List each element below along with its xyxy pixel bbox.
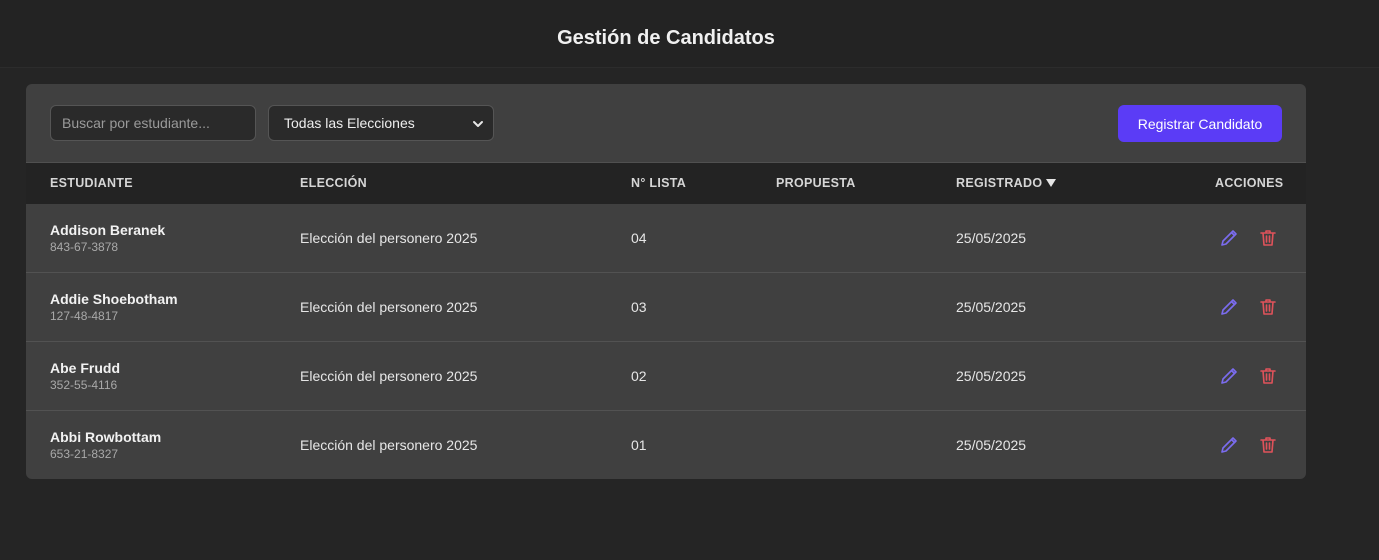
list-number: 03 xyxy=(631,299,647,315)
trash-icon[interactable] xyxy=(1258,228,1278,248)
trash-icon[interactable] xyxy=(1258,297,1278,317)
page-title: Gestión de Candidatos xyxy=(557,27,775,49)
table-row: Addison Beranek 843-67-3878 Elección del… xyxy=(26,204,1306,273)
pencil-icon[interactable] xyxy=(1219,435,1239,455)
register-candidate-button[interactable]: Registrar Candidato xyxy=(1118,105,1282,142)
registered-date: 25/05/2025 xyxy=(956,368,1027,384)
column-header-actions: ACCIONES xyxy=(1215,176,1284,190)
table-row: Abe Frudd 352-55-4116 Elección del perso… xyxy=(26,342,1306,411)
student-id: 653-21-8327 xyxy=(50,447,119,461)
election-name: Elección del personero 2025 xyxy=(300,437,478,453)
election-name: Elección del personero 2025 xyxy=(300,299,478,315)
table-row: Abbi Rowbottam 653-21-8327 Elección del … xyxy=(26,411,1306,479)
student-name: Abe Frudd xyxy=(50,360,120,376)
trash-icon[interactable] xyxy=(1258,366,1278,386)
student-id: 352-55-4116 xyxy=(50,378,118,392)
election-name: Elección del personero 2025 xyxy=(300,368,478,384)
column-header-student[interactable]: ESTUDIANTE xyxy=(50,176,133,190)
election-name: Elección del personero 2025 xyxy=(300,230,478,246)
list-number: 04 xyxy=(631,230,647,246)
student-id: 843-67-3878 xyxy=(50,240,119,254)
registered-date: 25/05/2025 xyxy=(956,437,1027,453)
table-row: Addie Shoebotham 127-48-4817 Elección de… xyxy=(26,273,1306,342)
toolbar: Todas las Elecciones Registrar Candidato xyxy=(26,84,1306,162)
trash-icon[interactable] xyxy=(1258,435,1278,455)
election-select-value: Todas las Elecciones xyxy=(284,115,415,131)
student-name: Addison Beranek xyxy=(50,222,166,238)
top-bar: Gestión de Candidatos xyxy=(0,0,1379,68)
pencil-icon[interactable] xyxy=(1219,228,1239,248)
pencil-icon[interactable] xyxy=(1219,366,1239,386)
registered-date: 25/05/2025 xyxy=(956,299,1027,315)
student-name: Addie Shoebotham xyxy=(50,291,178,307)
student-name: Abbi Rowbottam xyxy=(50,429,162,445)
sort-desc-icon xyxy=(1046,178,1057,187)
registered-date: 25/05/2025 xyxy=(956,230,1027,246)
pencil-icon[interactable] xyxy=(1219,297,1239,317)
search-input[interactable] xyxy=(50,105,256,141)
column-header-registered[interactable]: REGISTRADO xyxy=(956,176,1057,190)
column-header-proposal[interactable]: PROPUESTA xyxy=(776,176,856,190)
column-header-election[interactable]: ELECCIÓN xyxy=(300,176,367,190)
list-number: 01 xyxy=(631,437,647,453)
chevron-down-icon xyxy=(473,121,483,127)
column-header-list[interactable]: N° LISTA xyxy=(631,176,686,190)
candidates-card: Todas las Elecciones Registrar Candidato… xyxy=(26,84,1306,479)
table-header: ESTUDIANTE ELECCIÓN N° LISTA PROPUESTA R… xyxy=(26,162,1306,204)
list-number: 02 xyxy=(631,368,647,384)
election-select[interactable]: Todas las Elecciones xyxy=(268,105,494,141)
student-id: 127-48-4817 xyxy=(50,309,119,323)
